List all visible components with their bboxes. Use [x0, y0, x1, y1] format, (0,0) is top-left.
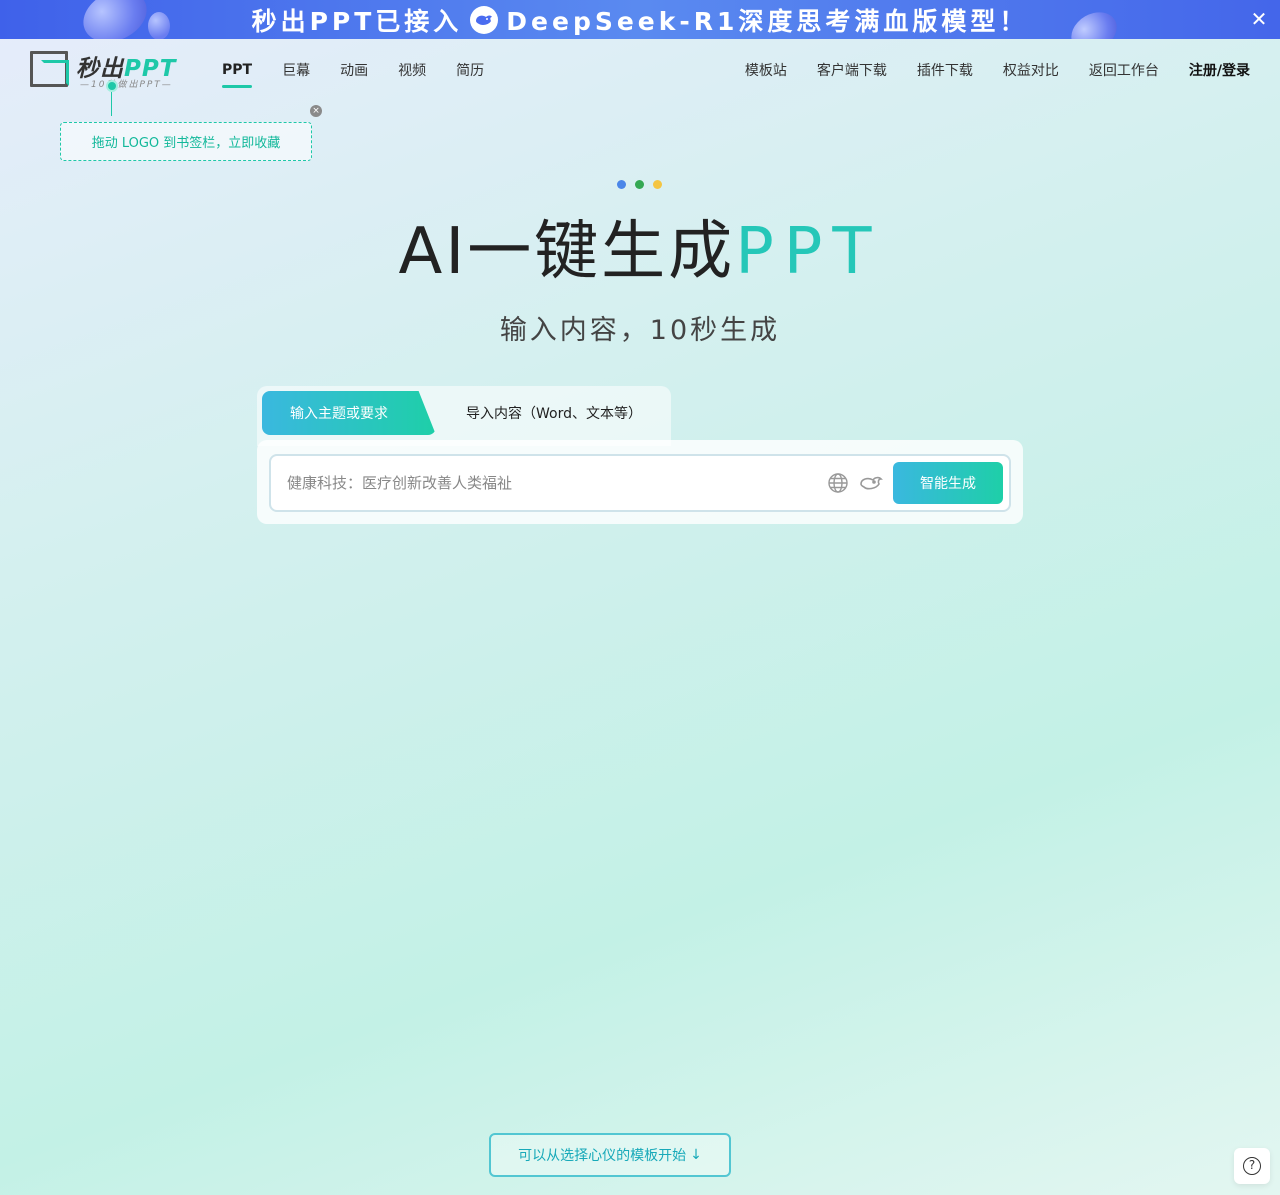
banner-text-after: DeepSeek-R1深度思考满血版模型！ — [506, 6, 1029, 36]
nav-item-video[interactable]: 视频 — [398, 60, 426, 80]
topic-input[interactable] — [287, 456, 817, 510]
web-search-globe-icon[interactable] — [827, 472, 849, 494]
main-nav: PPT 巨幕 动画 视频 简历 — [222, 39, 484, 101]
choose-template-button[interactable]: 可以从选择心仪的模板开始 ↓ — [489, 1133, 731, 1177]
nav-item-jumu[interactable]: 巨幕 — [282, 60, 310, 80]
nav-item-back-to-workspace[interactable]: 返回工作台 — [1089, 60, 1159, 80]
banner-text-before: 秒出PPT已接入 — [251, 6, 463, 36]
banner-close-icon[interactable]: ✕ — [1248, 8, 1270, 30]
nav-item-template-site[interactable]: 模板站 — [745, 60, 787, 80]
logo-mark-icon — [30, 51, 69, 87]
question-mark-icon: ? — [1243, 1157, 1261, 1175]
tab-import-content[interactable]: 导入内容（Word、文本等） — [466, 391, 642, 435]
tab-topic-input[interactable]: 输入主题或要求 — [262, 391, 436, 435]
topic-input-wrapper: 智能生成 — [269, 454, 1011, 512]
nav-item-plugin-download[interactable]: 插件下载 — [917, 60, 973, 80]
hero-subtitle: 输入内容，10秒生成 — [499, 315, 781, 346]
login-register-link[interactable]: 注册/登录 — [1189, 60, 1250, 80]
logo-subtitle: —10秒做出PPT— — [80, 80, 173, 90]
tooltip-connector — [111, 92, 112, 116]
arrow-down-icon: ↓ — [690, 1147, 702, 1163]
bookmark-tooltip-text: 拖动 LOGO 到书签栏，立即收藏 — [91, 136, 281, 151]
nav-item-benefits-compare[interactable]: 权益对比 — [1003, 60, 1059, 80]
banner-text: 秒出PPT已接入 DeepSeek-R1深度思考满血版模型！ — [0, 0, 1280, 39]
deepseek-whale-icon[interactable] — [859, 472, 883, 494]
hero-title: AI一键生成PPT — [0, 200, 1280, 292]
dot-yellow — [653, 180, 662, 189]
nav-item-animation[interactable]: 动画 — [340, 60, 368, 80]
tooltip-anchor-dot — [106, 80, 118, 92]
nav-item-resume[interactable]: 简历 — [456, 60, 484, 80]
dot-green — [635, 180, 644, 189]
help-button[interactable]: ? — [1234, 1148, 1270, 1184]
hero-dots — [617, 180, 662, 189]
promo-banner[interactable]: 秒出PPT已接入 DeepSeek-R1深度思考满血版模型！ ✕ — [0, 0, 1280, 39]
header: 秒出PPT —10秒做出PPT— PPT 巨幕 动画 视频 简历 模板站 客户端… — [0, 39, 1280, 101]
deepseek-logo-icon — [470, 5, 499, 34]
hero-title-main: AI一键生成 — [398, 215, 736, 289]
nav-item-client-download[interactable]: 客户端下载 — [817, 60, 887, 80]
choose-template-label: 可以从选择心仪的模板开始 — [518, 1148, 687, 1164]
tooltip-close-icon[interactable]: × — [310, 105, 322, 117]
smart-generate-button[interactable]: 智能生成 — [893, 462, 1003, 504]
bookmark-tooltip: 拖动 LOGO 到书签栏，立即收藏 — [60, 122, 312, 161]
nav-item-ppt[interactable]: PPT — [222, 62, 253, 88]
dot-blue — [617, 180, 626, 189]
secondary-nav: 模板站 客户端下载 插件下载 权益对比 返回工作台 注册/登录 — [745, 39, 1250, 101]
hero-title-accent: PPT — [735, 215, 882, 289]
